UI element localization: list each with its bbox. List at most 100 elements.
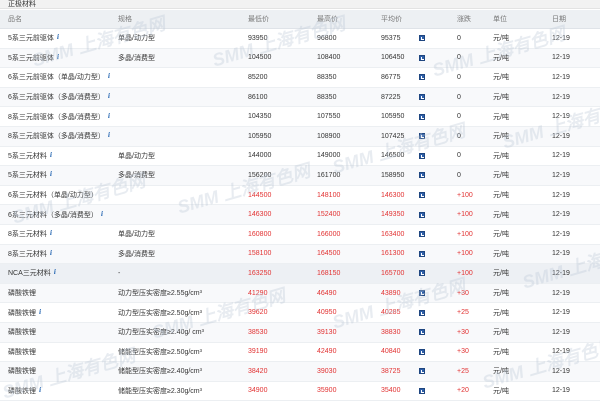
low-price-text: 156200 — [248, 171, 272, 179]
chart-icon[interactable] — [419, 231, 425, 238]
chart-icon[interactable] — [419, 387, 425, 394]
high-price-text: 39030 — [317, 367, 337, 375]
info-icon[interactable]: i — [108, 94, 113, 100]
low-price: 144000 — [248, 147, 271, 166]
chart-icon[interactable] — [419, 133, 425, 140]
chart-icon[interactable] — [419, 94, 425, 101]
avg-price: 163400 — [381, 225, 404, 244]
table-row: 8系三元前驱体（多晶/消费型） i 104350 107550 105950 0 元/吨 12… — [0, 107, 600, 127]
chart-cell — [419, 323, 425, 342]
price-date-text: 12-19 — [552, 328, 570, 336]
product-spec: 单晶/动力型 — [118, 225, 155, 244]
product-spec-text: 储能型压实密度≥2.30g/cm³ — [118, 387, 202, 395]
chart-icon[interactable] — [419, 54, 425, 61]
chart-icon[interactable] — [419, 290, 425, 297]
price-date-text: 12-19 — [552, 152, 570, 160]
product-name-text: 磷酸铁锂 — [8, 309, 36, 317]
chart-cell — [419, 382, 425, 401]
price-change: +100 — [457, 205, 473, 224]
price-change: 0 — [457, 107, 461, 126]
header-avg-price: 平均价 — [381, 16, 402, 23]
high-price-text: 152400 — [317, 211, 341, 219]
info-icon[interactable]: i — [108, 133, 113, 139]
info-icon[interactable]: i — [54, 270, 59, 276]
avg-price-text: 149350 — [381, 211, 405, 219]
info-icon[interactable]: i — [57, 35, 62, 41]
price-unit-text: 元/吨 — [493, 113, 509, 121]
price-unit: 元/吨 — [493, 225, 509, 244]
product-name: 5系三元前驱体 i — [8, 49, 62, 68]
info-icon[interactable]: i — [50, 172, 55, 178]
info-icon[interactable]: i — [108, 113, 113, 120]
avg-price-text: 146500 — [381, 152, 405, 160]
price-change-text: +25 — [457, 309, 469, 317]
high-price-text: 168150 — [317, 269, 341, 277]
chart-icon[interactable] — [419, 250, 425, 257]
chart-icon[interactable] — [419, 309, 425, 316]
chart-cell — [419, 88, 425, 107]
low-price: 38420 — [248, 362, 267, 381]
high-price: 40950 — [317, 303, 336, 322]
price-unit: 元/吨 — [493, 29, 509, 48]
price-date-text: 12-19 — [552, 211, 570, 219]
chart-icon[interactable] — [419, 348, 425, 355]
chart-icon[interactable] — [419, 113, 425, 120]
chart-cell — [419, 127, 425, 146]
high-price: 107550 — [317, 107, 340, 126]
avg-price: 40840 — [381, 343, 400, 362]
info-icon[interactable]: i — [39, 309, 44, 316]
product-name-text: 8系三元材料 — [8, 231, 47, 239]
price-change: +100 — [457, 264, 473, 283]
info-icon[interactable]: i — [108, 74, 113, 80]
price-unit-text: 元/吨 — [493, 368, 509, 376]
chart-icon[interactable] — [419, 368, 425, 375]
product-name-text: 8系三元前驱体（多晶/消费型） — [8, 133, 105, 141]
table-row: 磷酸铁锂 动力型压实密度≥2.40g/ cm³ 38530 39130 38830 +30… — [0, 322, 600, 343]
high-price: 164500 — [317, 245, 340, 264]
product-name: 6系三元材料（单晶/动力型） — [8, 186, 98, 205]
avg-price: 146300 — [381, 186, 404, 205]
table-row: 6系三元前驱体（单晶/动力型） i 85200 88350 86775 0 元/吨 12-19 — [0, 68, 600, 88]
high-price: 96800 — [317, 29, 336, 48]
price-unit: 元/吨 — [493, 205, 509, 224]
price-unit: 元/吨 — [493, 323, 509, 342]
info-icon[interactable]: i — [50, 152, 55, 159]
product-name-text: 磷酸铁锂 — [8, 387, 36, 395]
info-icon[interactable]: i — [39, 387, 44, 394]
chart-icon[interactable] — [419, 152, 425, 159]
price-date-text: 12-19 — [552, 230, 570, 238]
product-spec-text: 动力型压实密度≥2.55g/cm³ — [118, 290, 202, 298]
price-change: 0 — [457, 88, 461, 107]
price-unit-text: 元/吨 — [493, 35, 509, 43]
price-change-text: 0 — [457, 73, 461, 81]
price-date: 12-19 — [552, 127, 570, 146]
info-icon[interactable]: i — [57, 54, 62, 61]
info-icon[interactable]: i — [101, 211, 106, 218]
chart-icon[interactable] — [419, 192, 425, 199]
chart-cell — [419, 186, 425, 205]
info-icon[interactable]: i — [50, 231, 55, 237]
chart-icon[interactable] — [419, 74, 425, 81]
price-unit: 元/吨 — [493, 284, 509, 303]
info-icon[interactable]: i — [50, 250, 55, 257]
chart-icon[interactable] — [419, 172, 425, 179]
price-change: 0 — [457, 49, 461, 68]
chart-icon[interactable] — [419, 35, 425, 42]
price-date-text: 12-19 — [552, 289, 570, 297]
low-price: 163250 — [248, 264, 271, 283]
low-price-text: 38420 — [248, 367, 268, 375]
product-spec-text: 多晶/消费型 — [118, 172, 155, 180]
price-date-text: 12-19 — [552, 269, 570, 277]
chart-icon[interactable] — [419, 270, 425, 277]
low-price: 160800 — [248, 225, 271, 244]
price-date-text: 12-19 — [552, 191, 570, 199]
chart-icon[interactable] — [419, 329, 425, 336]
avg-price: 40285 — [381, 303, 400, 322]
price-date: 12-19 — [552, 88, 570, 107]
chart-cell — [419, 225, 425, 244]
chart-icon[interactable] — [419, 211, 425, 218]
low-price-text: 41290 — [248, 289, 268, 297]
product-spec-text: 多晶/消费型 — [118, 54, 155, 62]
product-spec-text: 单晶/动力型 — [118, 35, 155, 43]
high-price: 39130 — [317, 323, 336, 342]
